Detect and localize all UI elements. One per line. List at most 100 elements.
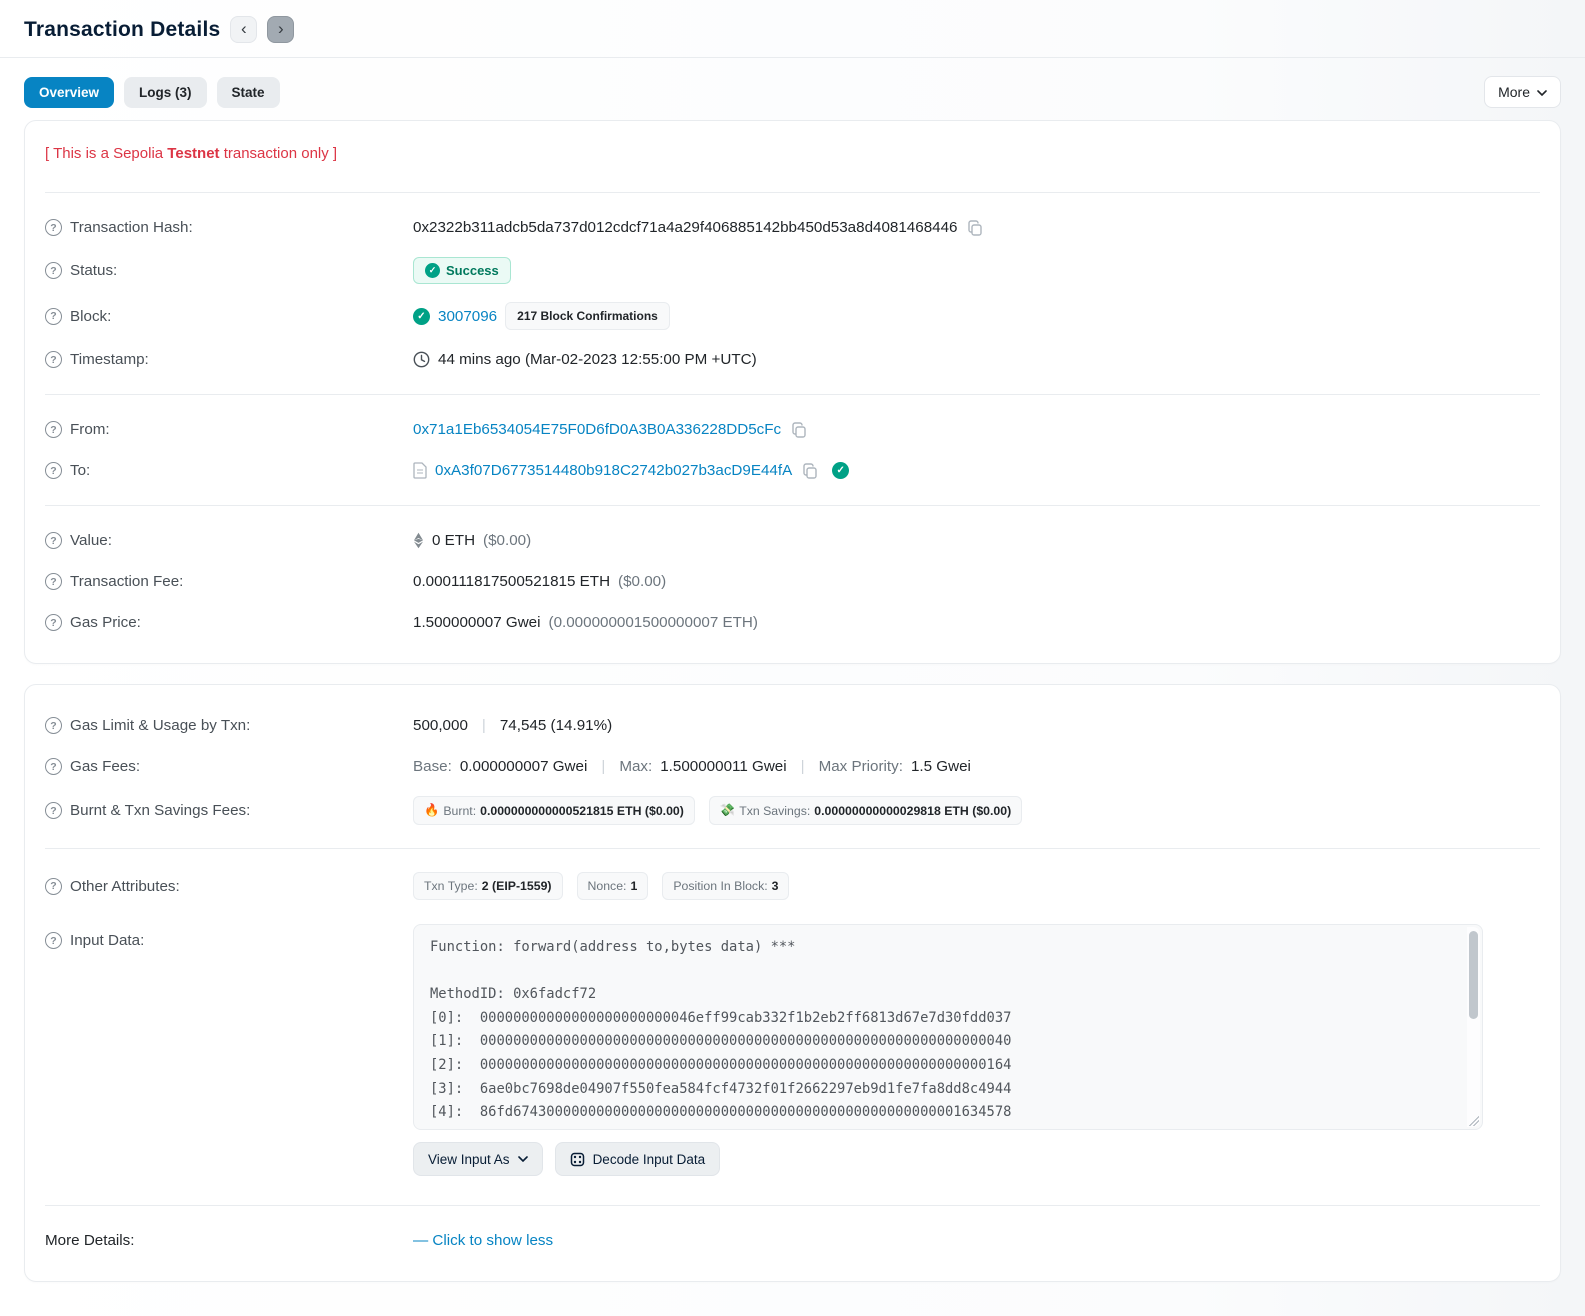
overview-card-gas: ? Gas Limit & Usage by Txn: 500,000 | 74… bbox=[24, 684, 1561, 1282]
copy-hash-button[interactable] bbox=[965, 219, 985, 236]
resize-handle-icon[interactable] bbox=[1469, 1116, 1479, 1126]
separator: | bbox=[481, 717, 486, 734]
divider bbox=[45, 1205, 1540, 1206]
more-label: More bbox=[1498, 84, 1530, 100]
transaction-fee-amount: 0.000111817500521815 ETH bbox=[413, 573, 611, 590]
txn-type-value: 2 (EIP-1559) bbox=[481, 879, 552, 893]
row-more-details: More Details: — Click to show less bbox=[45, 1220, 1540, 1261]
view-input-as-label: View Input As bbox=[428, 1151, 510, 1167]
row-timestamp: ? Timestamp: 44 mins ago (Mar-02-2023 12… bbox=[45, 339, 1540, 380]
clock-icon bbox=[413, 351, 430, 368]
max-priority-label: Max Priority: bbox=[818, 758, 903, 775]
transaction-hash-label: Transaction Hash: bbox=[70, 219, 193, 236]
gas-price-label: Gas Price: bbox=[70, 614, 141, 631]
tab-group: Overview Logs (3) State bbox=[24, 76, 280, 108]
help-icon[interactable]: ? bbox=[45, 717, 62, 734]
help-icon[interactable]: ? bbox=[45, 219, 62, 236]
row-gas-limit: ? Gas Limit & Usage by Txn: 500,000 | 74… bbox=[45, 705, 1540, 746]
help-icon[interactable]: ? bbox=[45, 758, 62, 775]
txn-type-label: Txn Type: bbox=[424, 879, 478, 893]
txn-savings-label: Txn Savings: bbox=[739, 803, 811, 818]
tab-overview[interactable]: Overview bbox=[24, 76, 115, 108]
help-icon[interactable]: ? bbox=[45, 932, 62, 949]
row-to: ? To: 0xA3f07D6773514480b918C2742b027b3a… bbox=[45, 450, 1540, 491]
help-icon[interactable]: ? bbox=[45, 614, 62, 631]
block-finalized-icon: ✓ bbox=[413, 307, 430, 325]
block-number-link[interactable]: 3007096 bbox=[438, 308, 497, 325]
tab-logs[interactable]: Logs (3) bbox=[124, 76, 207, 108]
transaction-fee-label: Transaction Fee: bbox=[70, 573, 184, 590]
base-fee-label: Base: bbox=[413, 758, 452, 775]
separator: | bbox=[601, 758, 606, 775]
chevron-down-icon bbox=[1537, 90, 1547, 96]
prev-transaction-button[interactable]: ‹ bbox=[230, 16, 258, 43]
row-value: ? Value: 0 ETH ($0.00) bbox=[45, 520, 1540, 561]
transaction-fee-usd: ($0.00) bbox=[618, 573, 667, 590]
input-data-scrollbar[interactable] bbox=[1467, 927, 1480, 1127]
row-transaction-fee: ? Transaction Fee: 0.000111817500521815 … bbox=[45, 561, 1540, 602]
row-from: ? From: 0x71a1Eb6534054E75F0D6fD0A3B0A33… bbox=[45, 409, 1540, 450]
next-transaction-button[interactable]: › bbox=[267, 16, 295, 43]
more-dropdown-button[interactable]: More bbox=[1484, 76, 1561, 108]
chevron-left-icon: ‹ bbox=[241, 19, 247, 38]
copy-icon bbox=[803, 462, 817, 479]
page-title: Transaction Details bbox=[24, 17, 221, 41]
tab-bar: Overview Logs (3) State More bbox=[24, 76, 1561, 108]
scrollbar-thumb[interactable] bbox=[1469, 931, 1478, 1019]
position-in-block-label: Position In Block: bbox=[673, 879, 768, 893]
header-divider bbox=[0, 57, 1585, 58]
check-circle-icon: ✓ bbox=[425, 263, 440, 278]
to-address-link[interactable]: 0xA3f07D6773514480b918C2742b027b3acD9E44… bbox=[435, 462, 792, 479]
nonce-value: 1 bbox=[630, 879, 638, 893]
divider bbox=[45, 394, 1540, 395]
view-input-as-button[interactable]: View Input As bbox=[413, 1142, 543, 1176]
help-icon[interactable]: ? bbox=[45, 262, 62, 279]
from-address-link[interactable]: 0x71a1Eb6534054E75F0D6fD0A3B0A336228DD5c… bbox=[413, 421, 781, 438]
tab-state[interactable]: State bbox=[216, 76, 280, 108]
help-icon[interactable]: ? bbox=[45, 532, 62, 549]
value-usd: ($0.00) bbox=[483, 532, 532, 549]
position-in-block-value: 3 bbox=[771, 879, 779, 893]
max-priority-value: 1.5 Gwei bbox=[910, 758, 971, 775]
help-icon[interactable]: ? bbox=[45, 421, 62, 438]
cube-icon bbox=[570, 1152, 584, 1166]
row-burnt-savings: ? Burnt & Txn Savings Fees: 🔥 Burnt: 0.0… bbox=[45, 787, 1540, 834]
help-icon[interactable]: ? bbox=[45, 877, 62, 895]
transaction-hash-value: 0x2322b311adcb5da737d012cdcf71a4a29f4068… bbox=[413, 219, 958, 236]
gas-price-amount: 1.500000007 Gwei bbox=[413, 614, 541, 631]
separator: | bbox=[800, 758, 805, 775]
burnt-value: 0.000000000000521815 ETH ($0.00) bbox=[480, 803, 684, 818]
decode-input-data-button[interactable]: Decode Input Data bbox=[554, 1142, 721, 1176]
status-badge-text: Success bbox=[446, 263, 499, 278]
input-data-box[interactable]: Function: forward(address to,bytes data)… bbox=[413, 924, 1483, 1130]
value-label: Value: bbox=[70, 532, 112, 549]
input-data-text: Function: forward(address to,bytes data)… bbox=[430, 939, 1012, 1129]
copy-from-address-button[interactable] bbox=[789, 421, 809, 438]
block-label: Block: bbox=[70, 307, 112, 325]
help-icon[interactable]: ? bbox=[45, 307, 62, 325]
max-fee-value: 1.500000011 Gwei bbox=[660, 758, 787, 775]
gas-limit-value: 500,000 bbox=[413, 717, 468, 734]
divider bbox=[45, 505, 1540, 506]
max-fee-label: Max: bbox=[619, 758, 653, 775]
copy-to-address-button[interactable] bbox=[800, 462, 820, 479]
status-label: Status: bbox=[70, 262, 118, 279]
nonce-label: Nonce: bbox=[587, 879, 627, 893]
position-in-block-badge: Position In Block: 3 bbox=[662, 872, 790, 900]
txn-savings-badge: 💸 Txn Savings: 0.00000000000029818 ETH (… bbox=[708, 796, 1023, 825]
txn-type-badge: Txn Type: 2 (EIP-1559) bbox=[413, 872, 563, 900]
row-transaction-hash: ? Transaction Hash: 0x2322b311adcb5da737… bbox=[45, 207, 1540, 248]
row-block: ? Block: ✓ 3007096 217 Block Confirmatio… bbox=[45, 293, 1540, 339]
help-icon[interactable]: ? bbox=[45, 462, 62, 479]
chevron-right-icon: › bbox=[278, 19, 284, 38]
divider bbox=[45, 848, 1540, 849]
help-icon[interactable]: ? bbox=[45, 802, 62, 819]
timestamp-value: 44 mins ago (Mar-02-2023 12:55:00 PM +UT… bbox=[438, 351, 757, 368]
row-gas-price: ? Gas Price: 1.500000007 Gwei (0.0000000… bbox=[45, 602, 1540, 643]
gas-limit-label: Gas Limit & Usage by Txn: bbox=[70, 717, 251, 734]
help-icon[interactable]: ? bbox=[45, 351, 62, 368]
help-icon[interactable]: ? bbox=[45, 573, 62, 590]
click-to-show-less-link[interactable]: — Click to show less bbox=[413, 1232, 553, 1249]
to-label: To: bbox=[70, 462, 91, 479]
testnet-warning: [ This is a Sepolia Testnet transaction … bbox=[45, 145, 338, 162]
